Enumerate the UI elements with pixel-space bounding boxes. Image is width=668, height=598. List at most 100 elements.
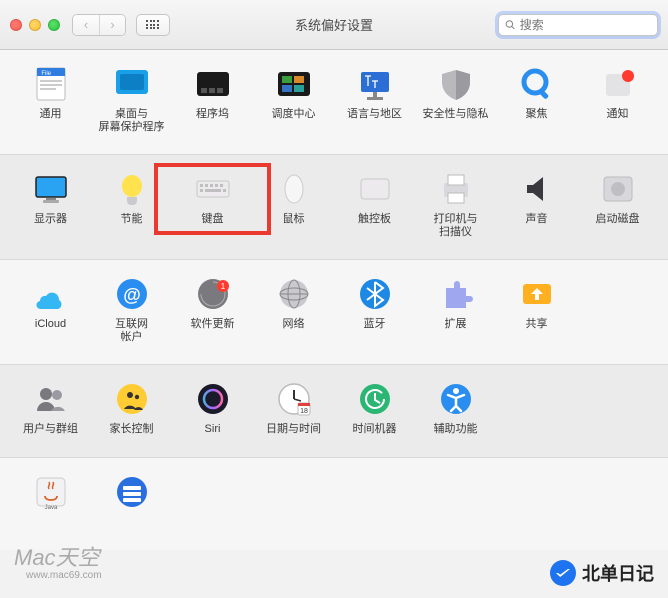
search-icon [505,19,516,31]
prefs-row-4: 用户与群组 家长控制 Siri 18 日期与时间 时间机器 辅助功能 [0,365,668,458]
security-icon [436,64,476,104]
pref-label: 聚焦 [526,108,548,122]
pref-spotlight[interactable]: 聚焦 [496,64,577,134]
pref-users-groups[interactable]: 用户与群组 [10,379,91,437]
pref-mouse[interactable]: 鼠标 [253,169,334,239]
trackpad-icon [355,169,395,209]
pref-language[interactable]: 语言与地区 [334,64,415,134]
pref-dock[interactable]: 程序坞 [172,64,253,134]
displays-icon [31,169,71,209]
back-button[interactable]: ‹ [73,15,99,35]
pref-label: 安全性与隐私 [423,108,489,122]
pref-trackpad[interactable]: 触控板 [334,169,415,239]
pref-network[interactable]: 网络 [253,274,334,344]
pref-label: 节能 [121,213,143,227]
nav-segment: ‹ › [72,14,126,36]
pref-internet-accounts[interactable]: @ 互联网 帐户 [91,274,172,344]
spotlight-icon [517,64,557,104]
svg-text:1: 1 [220,282,225,291]
zoom-button[interactable] [48,19,60,31]
icloud-icon [31,274,71,314]
startup-disk-icon [598,169,638,209]
pref-general[interactable]: File 通用 [10,64,91,134]
forward-button[interactable]: › [99,15,125,35]
pref-software-update[interactable]: 1 软件更新 [172,274,253,344]
search-field[interactable] [498,14,658,36]
general-icon: File [31,64,71,104]
language-icon [355,64,395,104]
pref-label: Siri [205,423,221,437]
prefs-row-2: 显示器 节能 键盘 鼠标 触控板 打印机与 扫描仪 声音 [0,155,668,260]
pref-label: 程序坞 [196,108,229,122]
pref-parental-controls[interactable]: 家长控制 [91,379,172,437]
pref-icloud[interactable]: iCloud [10,274,91,344]
sound-icon [517,169,557,209]
internet-accounts-icon: @ [112,274,152,314]
close-button[interactable] [10,19,22,31]
keyboard-icon [193,169,233,209]
pref-label: 共享 [526,318,548,332]
pref-siri[interactable]: Siri [172,379,253,437]
desktop-icon [112,64,152,104]
pref-label: iCloud [35,318,66,332]
pref-extensions[interactable]: 扩展 [415,274,496,344]
pref-label: 通用 [40,108,62,122]
pref-startup-disk[interactable]: 启动磁盘 [577,169,658,239]
time-machine-icon [355,379,395,419]
pref-label: 桌面与 屏幕保护程序 [99,108,165,134]
pref-sharing[interactable]: 共享 [496,274,577,344]
sharing-icon [517,274,557,314]
network-icon [274,274,314,314]
pref-date-time[interactable]: 18 日期与时间 [253,379,334,437]
svg-text:File: File [41,71,51,77]
brand-badge: 北单日记 [550,560,654,586]
printers-icon [436,169,476,209]
pref-displays[interactable]: 显示器 [10,169,91,239]
pref-label: 调度中心 [272,108,316,122]
search-input[interactable] [520,18,651,32]
pref-ntfs[interactable] [91,472,172,530]
pref-label: 语言与地区 [347,108,402,122]
minimize-button[interactable] [29,19,41,31]
pref-label: 日期与时间 [266,423,321,437]
pref-label: 显示器 [34,213,67,227]
watermark-url: www.mac69.com [26,570,102,581]
pref-label: 家长控制 [110,423,154,437]
pref-mission-control[interactable]: 调度中心 [253,64,334,134]
pref-bluetooth[interactable]: 蓝牙 [334,274,415,344]
pref-printers[interactable]: 打印机与 扫描仪 [415,169,496,239]
ntfs-icon [112,472,152,512]
dock-icon [193,64,233,104]
watermark-text: Mac天空 [14,540,100,572]
pref-label: 蓝牙 [364,318,386,332]
prefs-row-1: File 通用 桌面与 屏幕保护程序 程序坞 调度中心 语言与地区 安全性与隐私 [0,50,668,155]
parental-controls-icon [112,379,152,419]
pref-time-machine[interactable]: 时间机器 [334,379,415,437]
pref-label: 用户与群组 [23,423,78,437]
energy-icon [112,169,152,209]
siri-icon [193,379,233,419]
pref-desktop[interactable]: 桌面与 屏幕保护程序 [91,64,172,134]
date-time-icon: 18 [274,379,314,419]
pref-accessibility[interactable]: 辅助功能 [415,379,496,437]
users-groups-icon [31,379,71,419]
pref-java[interactable]: Java Java [10,472,91,530]
pref-label: 触控板 [358,213,391,227]
pref-keyboard[interactable]: 键盘 [172,169,253,239]
pref-label: 启动磁盘 [596,213,640,227]
svg-text:18: 18 [300,408,308,415]
window-controls [10,19,60,31]
pref-label: 软件更新 [191,318,235,332]
pref-label: 网络 [283,318,305,332]
brand-logo-icon [550,560,576,586]
pref-notifications[interactable]: 通知 [577,64,658,134]
pref-sound[interactable]: 声音 [496,169,577,239]
show-all-button[interactable] [136,14,170,36]
toolbar: ‹ › 系统偏好设置 [0,0,668,50]
pref-energy[interactable]: 节能 [91,169,172,239]
bluetooth-icon [355,274,395,314]
prefs-row-5: Java Java [0,458,668,550]
pref-label: 键盘 [202,213,224,227]
software-update-icon: 1 [193,274,233,314]
pref-security[interactable]: 安全性与隐私 [415,64,496,134]
